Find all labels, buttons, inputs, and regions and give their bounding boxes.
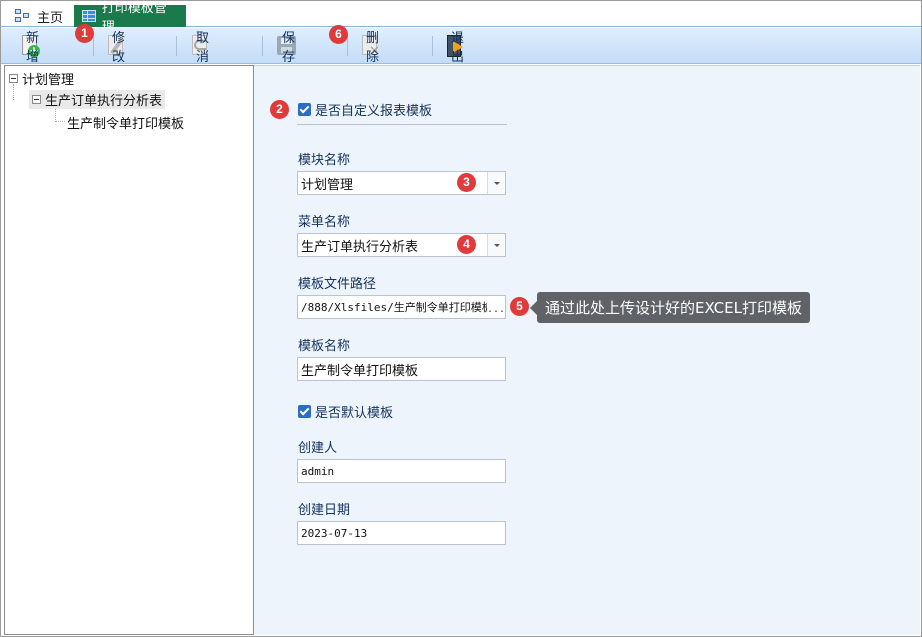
tree-node-label: 生产制令单打印模板	[67, 116, 185, 132]
callout-badge: 4	[457, 235, 476, 254]
save-button[interactable]: 保存	[275, 31, 297, 65]
edit-button-label: 修改	[112, 31, 126, 65]
callout-badge: 6	[329, 25, 348, 44]
browse-button[interactable]: ...	[487, 296, 505, 318]
edit-button[interactable]: 修改	[105, 31, 127, 65]
upload-hint-tooltip: 通过此处上传设计好的EXCEL打印模板	[530, 292, 810, 323]
creator-input[interactable]: admin	[297, 459, 506, 483]
home-org-icon	[15, 9, 31, 23]
callout-badge: 3	[457, 173, 476, 192]
section-divider	[297, 124, 507, 125]
delete-button[interactable]: ✕ 删除	[359, 31, 381, 65]
creator-label: 创建人	[298, 441, 338, 456]
tree-node-plan-management[interactable]: 计划管理	[9, 69, 75, 88]
create-date-input[interactable]: 2023-07-13	[297, 521, 506, 545]
collapse-toggle-icon[interactable]	[32, 95, 41, 104]
template-name-label: 模板名称	[298, 339, 351, 354]
delete-button-label: 删除	[366, 31, 380, 65]
tree-connector	[55, 121, 65, 122]
tab-strip: 主页 打印模板管理	[1, 1, 921, 35]
checkbox-checked-icon[interactable]	[298, 405, 311, 418]
tab-print-template-management[interactable]: 打印模板管理	[74, 1, 186, 35]
callout-badge: 1	[75, 24, 94, 43]
checkbox-checked-icon[interactable]	[298, 103, 311, 116]
chevron-down-icon[interactable]	[487, 234, 505, 256]
collapse-toggle-icon[interactable]	[9, 73, 18, 83]
tree-node-print-template[interactable]: 生产制令单打印模板	[67, 113, 185, 132]
module-name-label: 模块名称	[298, 153, 351, 168]
create-date-label: 创建日期	[298, 503, 351, 518]
new-button-label: 新增	[26, 31, 40, 65]
tree-node-label: 计划管理	[22, 72, 75, 88]
custom-report-label: 是否自定义报表模板	[315, 104, 433, 119]
exit-button[interactable]: 退出	[444, 31, 466, 65]
cancel-button-label: 取消	[196, 31, 210, 65]
tree-node-label: 生产订单执行分析表	[45, 94, 163, 109]
cancel-button[interactable]: 取消	[189, 31, 211, 65]
tab-home[interactable]: 主页	[7, 5, 71, 27]
toolbar-separator	[262, 36, 263, 56]
template-path-value: /888/Xlsfiles/生产制令单打印模板	[301, 301, 487, 314]
chevron-down-icon[interactable]	[487, 172, 505, 194]
callout-badge: 2	[270, 100, 289, 119]
template-path-field[interactable]: /888/Xlsfiles/生产制令单打印模板 ...	[297, 295, 506, 319]
template-path-label: 模板文件路径	[298, 277, 377, 292]
callout-badge: 5	[510, 297, 529, 316]
toolbar-separator	[176, 36, 177, 56]
tree-node-production-order-analysis[interactable]: 生产订单执行分析表	[29, 90, 166, 109]
toolbar-separator	[93, 36, 94, 56]
table-grid-icon	[82, 10, 96, 22]
toolbar-separator	[347, 36, 348, 56]
new-button[interactable]: + 新增	[19, 31, 41, 65]
save-button-label: 保存	[282, 31, 296, 65]
custom-report-checkbox[interactable]: 是否自定义报表模板	[298, 100, 432, 119]
tree-connector	[55, 108, 56, 122]
detail-panel	[254, 65, 920, 635]
exit-button-label: 退出	[451, 31, 465, 65]
tab-home-label: 主页	[37, 10, 64, 26]
toolbar-separator	[432, 36, 433, 56]
menu-name-label: 菜单名称	[298, 215, 351, 230]
toolbar: + 新增 修改 取消 保存 ✕ 删除 退出	[1, 28, 921, 65]
default-template-checkbox[interactable]: 是否默认模板	[298, 402, 393, 421]
module-tree: 计划管理 生产订单执行分析表 生产制令单打印模板	[4, 65, 254, 635]
creator-value: admin	[301, 464, 335, 478]
template-name-value: 生产制令单打印模板	[301, 363, 419, 379]
default-template-label: 是否默认模板	[315, 406, 394, 421]
create-date-value: 2023-07-13	[301, 526, 368, 540]
template-name-input[interactable]: 生产制令单打印模板	[297, 357, 506, 381]
